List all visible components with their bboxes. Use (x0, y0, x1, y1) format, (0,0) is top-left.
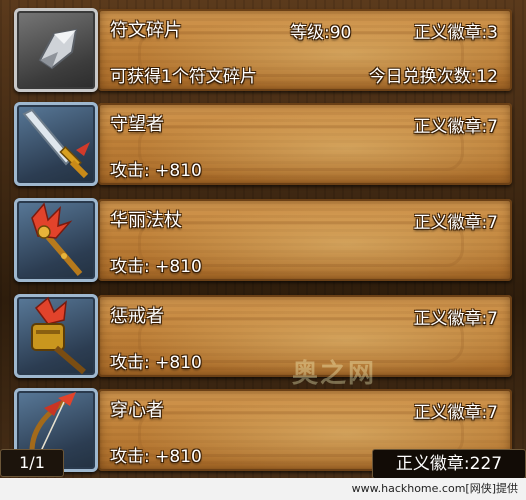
item-cost: 正义徽章:7 (413, 213, 498, 233)
item-name: 守望者 (110, 114, 164, 135)
item-name: 惩戒者 (110, 306, 164, 327)
item-attack: 攻击: +810 (110, 257, 202, 277)
watermark: 奥之网 (292, 359, 377, 389)
rune-shard-icon[interactable] (14, 8, 98, 92)
item-attack: 攻击: +810 (110, 161, 202, 181)
item-description: 可获得1个符文碎片 (110, 67, 257, 87)
hammer-icon[interactable] (14, 294, 98, 378)
item-row-punisher[interactable]: 惩戒者 正义徽章:7 攻击: +810 (0, 292, 526, 380)
item-cost: 正义徽章:7 (413, 309, 498, 329)
item-attack: 攻击: +810 (110, 353, 202, 373)
item-row-watcher[interactable]: 守望者 正义徽章:7 攻击: +810 (0, 100, 526, 188)
item-name: 华丽法杖 (110, 210, 182, 231)
item-level: 等级:90 (290, 23, 352, 43)
staff-icon[interactable] (14, 198, 98, 282)
item-row-ornate-staff[interactable]: 华丽法杖 正义徽章:7 攻击: +810 (0, 196, 526, 284)
item-row-rune-shard[interactable]: 符文碎片 等级:90 正义徽章:3 可获得1个符文碎片 今日兑换次数:12 (0, 6, 526, 94)
item-name: 符文碎片 (110, 20, 182, 41)
footer-credit: www.hackhome.com[网侠]提供 (0, 478, 526, 500)
item-cost: 正义徽章:3 (413, 23, 498, 43)
item-name: 穿心者 (110, 400, 164, 421)
item-cost: 正义徽章:7 (413, 403, 498, 423)
pagination-indicator: 1/1 (0, 449, 64, 477)
daily-exchange-count: 今日兑换次数:12 (368, 67, 498, 87)
badge-total: 正义徽章:227 (372, 449, 526, 479)
item-cost: 正义徽章:7 (413, 117, 498, 137)
sword-icon[interactable] (14, 102, 98, 186)
item-attack: 攻击: +810 (110, 447, 202, 467)
